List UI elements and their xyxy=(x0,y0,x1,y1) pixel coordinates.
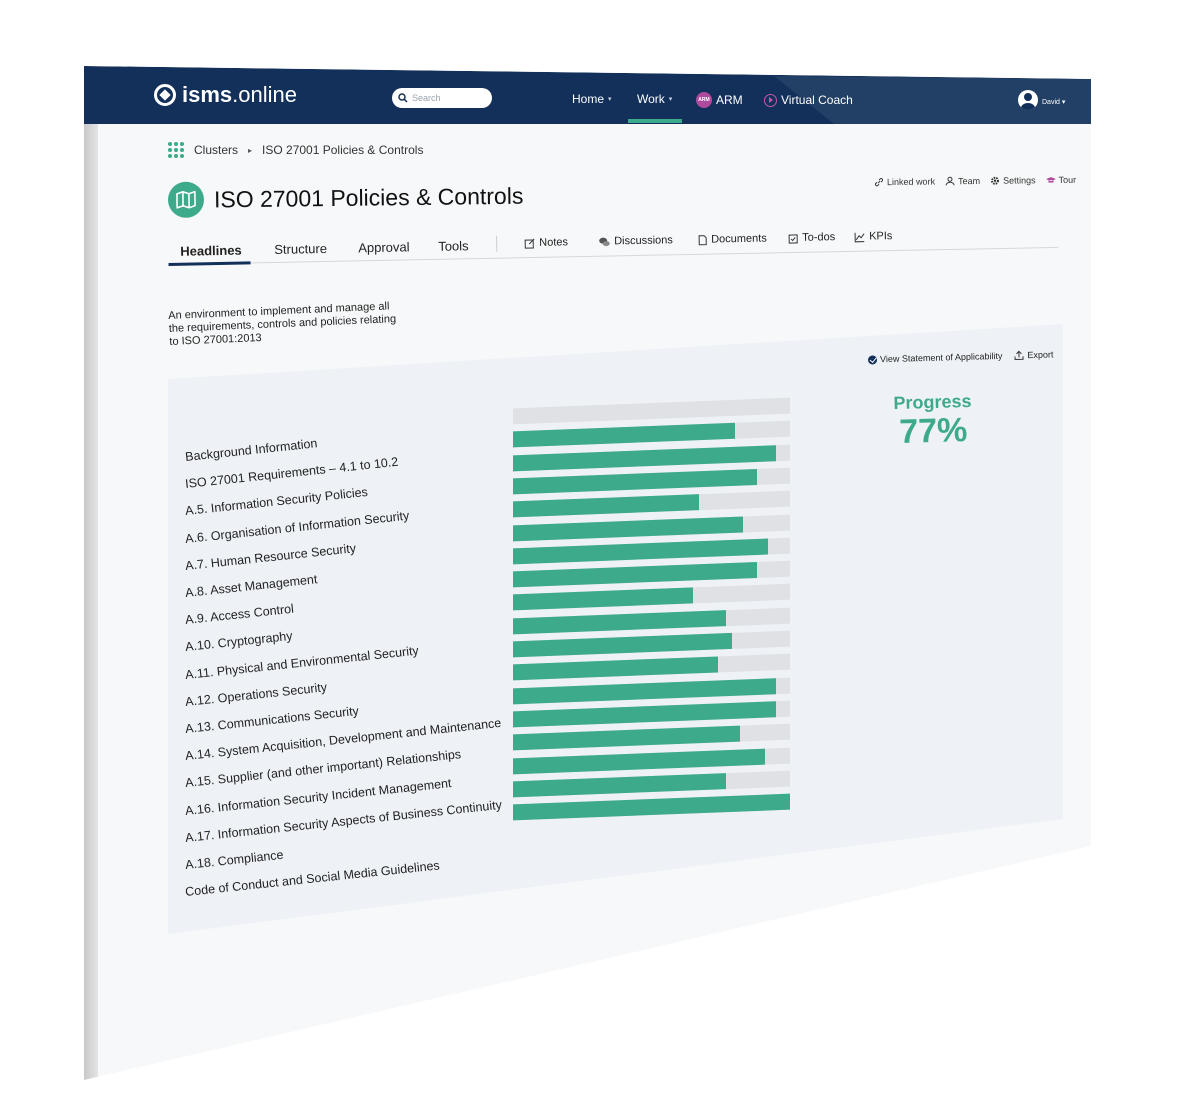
linked-work-label: Linked work xyxy=(886,176,936,188)
page-title: ISO 27001 Policies & Controls xyxy=(213,182,524,212)
tab-notes[interactable]: Notes xyxy=(524,236,568,249)
logo-icon xyxy=(154,84,176,106)
tab-notes-label: Notes xyxy=(539,236,569,249)
board-edge xyxy=(84,66,98,1080)
logo-suffix: .online xyxy=(232,82,297,107)
nav-arm[interactable]: ARM ARM xyxy=(696,92,743,108)
export-label: Export xyxy=(1027,349,1054,361)
tab-todos[interactable]: To-dos xyxy=(788,231,835,244)
app-logo[interactable]: isms.online xyxy=(154,82,297,108)
check-circle-icon xyxy=(867,354,878,365)
user-menu[interactable]: David ▾ xyxy=(1042,98,1065,106)
linked-work-button[interactable]: Linked work xyxy=(874,176,935,187)
map-icon xyxy=(167,181,205,218)
chevron-down-icon: ▾ xyxy=(608,96,612,103)
tab-todos-label: To-dos xyxy=(802,231,836,244)
tour-label: Tour xyxy=(1058,174,1077,185)
team-label: Team xyxy=(957,175,981,187)
progress-summary: Progress 77% xyxy=(893,391,973,451)
tour-button[interactable]: Tour xyxy=(1045,174,1077,185)
nav-virtual-coach-label: Virtual Coach xyxy=(781,93,853,107)
tab-headlines[interactable]: Headlines xyxy=(180,243,242,259)
chart-icon xyxy=(854,232,865,242)
search-input[interactable]: Search xyxy=(392,88,492,108)
nav-home[interactable]: Home ▾ xyxy=(572,92,612,106)
nav-home-label: Home xyxy=(572,92,605,106)
gear-icon xyxy=(991,176,1000,185)
tab-structure[interactable]: Structure xyxy=(274,241,327,257)
page-header: ISO 27001 Policies & Controls xyxy=(167,178,524,218)
todo-icon xyxy=(788,233,798,244)
tab-kpis[interactable]: KPIs xyxy=(854,230,892,243)
settings-button[interactable]: Settings xyxy=(990,175,1036,186)
page-tabs: Headlines Structure Approval Tools Notes… xyxy=(168,219,1059,266)
team-button[interactable]: Team xyxy=(945,176,980,186)
discussions-icon xyxy=(599,237,610,246)
page-content: Clusters ▸ ISO 27001 Policies & Controls… xyxy=(98,124,1091,1080)
nav-work[interactable]: Work ▾ xyxy=(637,92,672,106)
document-icon xyxy=(698,234,707,245)
nav-work-active-indicator xyxy=(628,119,682,123)
tab-tools[interactable]: Tools xyxy=(438,238,469,254)
export-icon xyxy=(1014,350,1025,360)
tab-kpis-label: KPIs xyxy=(869,230,893,243)
graduation-cap-icon xyxy=(1045,177,1056,183)
team-icon xyxy=(945,176,955,186)
search-placeholder: Search xyxy=(412,93,441,103)
search-icon xyxy=(398,93,408,103)
avatar[interactable] xyxy=(1018,90,1038,110)
screen-board: isms.online Search Home ▾ Work ▾ ARM ARM… xyxy=(84,66,1091,1080)
nav-virtual-coach[interactable]: Virtual Coach xyxy=(764,93,853,107)
user-name: David xyxy=(1042,99,1060,106)
active-tab-indicator xyxy=(168,261,251,266)
nav-arm-label: ARM xyxy=(716,93,743,107)
tab-discussions[interactable]: Discussions xyxy=(598,234,673,247)
page-actions: Linked work Team Settings Tour xyxy=(874,175,1076,187)
nav-work-label: Work xyxy=(637,92,665,106)
page-description: An environment to implement and manage a… xyxy=(168,299,429,349)
breadcrumb-separator-icon: ▸ xyxy=(248,145,253,155)
chevron-down-icon: ▾ xyxy=(668,96,673,103)
breadcrumb-root[interactable]: Clusters xyxy=(194,143,238,157)
logo-prefix: isms xyxy=(182,82,233,107)
breadcrumb: Clusters ▸ ISO 27001 Policies & Controls xyxy=(168,142,423,158)
play-icon xyxy=(764,93,777,107)
tabs-separator xyxy=(496,235,498,252)
tab-approval[interactable]: Approval xyxy=(358,239,410,255)
settings-label: Settings xyxy=(1002,175,1036,186)
arm-badge-icon: ARM xyxy=(696,92,712,108)
link-icon xyxy=(874,178,884,187)
progress-value: 77% xyxy=(898,411,968,451)
notes-icon xyxy=(524,238,535,249)
clusters-icon xyxy=(168,142,184,158)
tab-discussions-label: Discussions xyxy=(614,234,673,248)
breadcrumb-current: ISO 27001 Policies & Controls xyxy=(262,143,424,157)
chevron-down-icon: ▾ xyxy=(1061,99,1066,106)
tab-documents[interactable]: Documents xyxy=(698,233,767,246)
export-button[interactable]: Export xyxy=(1014,349,1054,361)
tab-documents-label: Documents xyxy=(711,232,767,246)
